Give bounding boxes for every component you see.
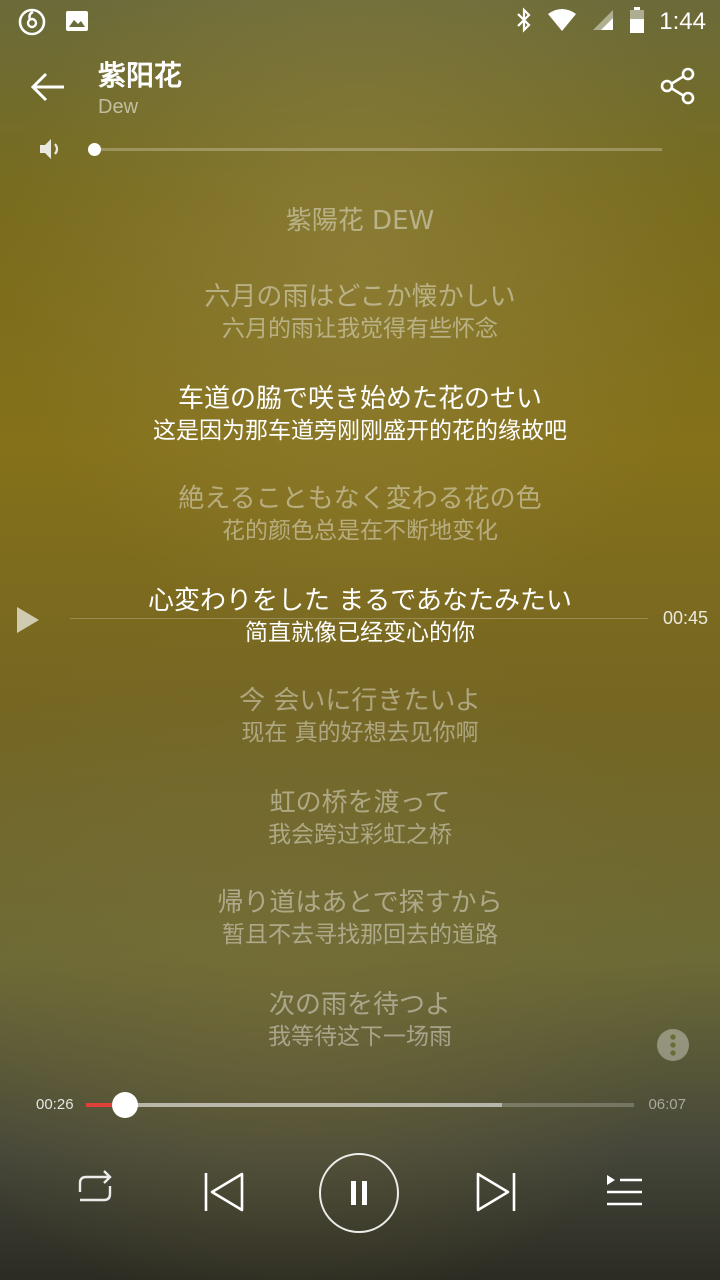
lyric-original: 车道の脇で咲き始めた花のせい [177,384,542,414]
pause-icon [351,1181,367,1205]
volume-handle[interactable] [88,143,101,156]
lyric-original: 次の雨を待つよ [268,990,451,1020]
lyric-line: 帰り道はあとで探すから 暂且不去寻找那回去的道路 [60,886,660,950]
lyric-original: 紫陽花 DEW [285,206,435,236]
lyric-line: 今 会いに行きたいよ 现在 真的好想去见你啊 [60,684,660,748]
lyric-translation: 暂且不去寻找那回去的道路 [222,922,498,948]
play-from-here-button[interactable] [14,604,42,640]
image-icon [64,8,90,40]
status-bar: 1:44 [0,0,720,44]
lyric-translation: 我等待这下一场雨 [268,1024,452,1050]
more-button[interactable] [656,1028,690,1062]
lyric-original: 絶えることもなく変わる花の色 [178,484,542,514]
player-header: 紫阳花 Dew [0,48,720,132]
lyric-original: 今 会いに行きたいよ [239,686,481,716]
elapsed-time: 00:26 [36,1096,74,1113]
artist-name[interactable]: Dew [98,96,138,119]
bluetooth-icon [515,7,533,37]
battery-icon [629,6,645,38]
repeat-button[interactable] [72,1168,118,1212]
volume-icon [38,136,64,166]
playlist-button[interactable] [604,1172,644,1216]
arrow-left-icon [30,72,64,102]
more-vertical-icon [657,1029,689,1061]
lyric-translation: 我会跨过彩虹之桥 [268,822,452,848]
lyric-seek-guide: 00:45 [0,600,720,640]
wifi-icon [547,8,577,36]
back-button[interactable] [26,64,72,110]
netease-music-icon [18,8,46,40]
seek-guide-line [70,618,648,619]
share-button[interactable] [658,66,698,106]
signal-icon [591,8,615,36]
skip-previous-icon [204,1172,244,1212]
next-button[interactable] [474,1170,518,1218]
lyric-translation: 这是因为那车道旁刚刚盛开的花的缘故吧 [153,418,567,444]
lyric-line: 虹の桥を渡って 我会跨过彩虹之桥 [60,786,660,850]
lyric-translation: 六月的雨让我觉得有些怀念 [222,316,498,342]
status-clock: 1:44 [659,8,706,35]
playback-controls [0,1150,720,1250]
skip-next-icon [476,1172,516,1212]
seek-guide-time: 00:45 [662,608,708,628]
lyric-original: 六月の雨はどこか懐かしい [204,282,516,312]
lyric-original: 帰り道はあとで探すから [217,888,503,918]
lyric-original: 虹の桥を渡って [269,788,451,818]
playlist-icon [607,1175,642,1206]
volume-control [0,134,720,166]
song-title: 紫阳花 [98,59,183,92]
lyric-translation: 花的颜色总是在不断地变化 [222,518,498,544]
lyric-translation: 现在 真的好想去见你啊 [241,720,479,746]
progress-track[interactable] [86,1092,634,1118]
play-icon [17,607,39,633]
lyric-line: 紫陽花 DEW [60,204,660,238]
lyric-line: 次の雨を待つよ 我等待这下一场雨 [60,988,660,1052]
previous-button[interactable] [202,1170,246,1218]
playback-progress: 00:26 06:07 [0,1088,720,1122]
volume-slider[interactable] [94,148,662,151]
lyric-line: 絶えることもなく変わる花の色 花的颜色总是在不断地变化 [60,482,660,546]
total-time: 06:07 [648,1096,686,1113]
repeat-icon [78,1170,112,1202]
progress-handle[interactable] [111,1092,138,1118]
lyric-line: 六月の雨はどこか懐かしい 六月的雨让我觉得有些怀念 [60,280,660,344]
lyric-line-current: 车道の脇で咲き始めた花のせい 这是因为那车道旁刚刚盛开的花的缘故吧 [60,382,660,446]
buffered-bar [86,1103,503,1107]
share-icon [660,67,695,105]
pause-button[interactable] [319,1153,399,1233]
